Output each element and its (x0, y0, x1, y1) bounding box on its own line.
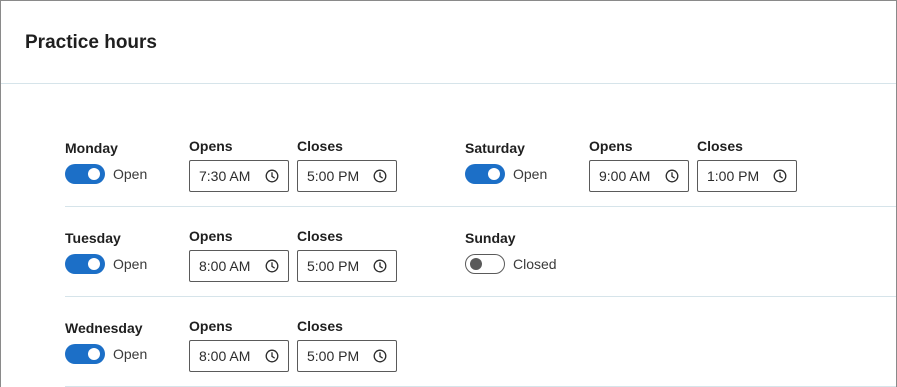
closes-label: Closes (697, 138, 743, 154)
opens-time-input[interactable]: 7:30 AM (189, 160, 289, 192)
toggle-switch[interactable] (465, 164, 505, 184)
toggle-knob (88, 258, 100, 270)
toggle-knob (488, 168, 500, 180)
toggle-knob (470, 257, 482, 270)
toggle-knob (88, 348, 100, 360)
closes-label: Closes (297, 318, 343, 334)
closes-time-value: 5:00 PM (307, 348, 360, 364)
opens-label: Opens (589, 138, 633, 154)
opens-time-value: 9:00 AM (599, 168, 651, 184)
open-toggle-saturday[interactable]: Open (465, 164, 547, 184)
clock-icon[interactable] (373, 169, 387, 183)
toggle-label: Open (113, 166, 148, 182)
opens-time-input[interactable]: 8:00 AM (189, 340, 289, 372)
open-toggle-wednesday[interactable]: Open (65, 344, 147, 364)
closes-time-value: 5:00 PM (307, 168, 360, 184)
toggle-switch[interactable] (65, 254, 105, 274)
closes-time-value: 5:00 PM (307, 258, 360, 274)
row-divider (65, 206, 896, 207)
day-name: Saturday (465, 140, 525, 156)
closes-time-input[interactable]: 1:00 PM (697, 160, 797, 192)
clock-icon[interactable] (665, 169, 679, 183)
closes-time-input[interactable]: 5:00 PM (297, 160, 397, 192)
opens-time-value: 8:00 AM (199, 348, 251, 364)
clock-icon[interactable] (265, 259, 279, 273)
toggle-label: Closed (513, 256, 557, 272)
toggle-label: Open (113, 256, 148, 272)
day-name: Tuesday (65, 230, 121, 246)
clock-icon[interactable] (265, 169, 279, 183)
closes-label: Closes (297, 228, 343, 244)
closes-time-value: 1:00 PM (707, 168, 760, 184)
open-toggle-tuesday[interactable]: Open (65, 254, 147, 274)
panel-header: Practice hours (1, 1, 896, 84)
open-toggle-monday[interactable]: Open (65, 164, 147, 184)
row-divider (65, 296, 896, 297)
closes-label: Closes (297, 138, 343, 154)
clock-icon[interactable] (373, 259, 387, 273)
opens-time-value: 7:30 AM (199, 168, 251, 184)
clock-icon[interactable] (773, 169, 787, 183)
page-title: Practice hours (25, 32, 157, 53)
toggle-label: Open (113, 346, 148, 362)
practice-hours-panel: Practice hours Monday Open Opens 7:30 AM… (0, 0, 897, 387)
closes-time-input[interactable]: 5:00 PM (297, 340, 397, 372)
toggle-switch[interactable] (65, 164, 105, 184)
toggle-knob (88, 168, 100, 180)
day-name: Wednesday (65, 320, 143, 336)
day-name: Sunday (465, 230, 516, 246)
clock-icon[interactable] (373, 349, 387, 363)
toggle-label: Open (513, 166, 548, 182)
opens-label: Opens (189, 138, 233, 154)
clock-icon[interactable] (265, 349, 279, 363)
opens-time-input[interactable]: 8:00 AM (189, 250, 289, 282)
toggle-switch[interactable] (465, 254, 505, 274)
toggle-switch[interactable] (65, 344, 105, 364)
opens-time-input[interactable]: 9:00 AM (589, 160, 689, 192)
opens-time-value: 8:00 AM (199, 258, 251, 274)
open-toggle-sunday[interactable]: Closed (465, 254, 557, 274)
day-name: Monday (65, 140, 118, 156)
opens-label: Opens (189, 318, 233, 334)
closes-time-input[interactable]: 5:00 PM (297, 250, 397, 282)
opens-label: Opens (189, 228, 233, 244)
